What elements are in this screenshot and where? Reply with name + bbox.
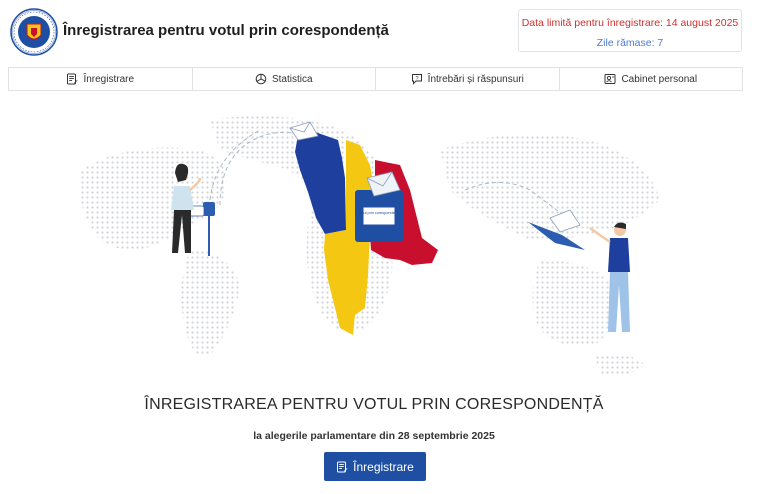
registration-deadline: Data limită pentru înregistrare: 14 augu… xyxy=(521,17,739,29)
nav-item-faq[interactable]: ? Întrebări și răspunsuri xyxy=(376,68,560,90)
chat-question-icon: ? xyxy=(411,74,422,85)
register-form-icon xyxy=(67,73,78,85)
user-card-icon xyxy=(604,74,616,84)
hero-illustration: Votul prin corespondență xyxy=(79,116,660,376)
main-nav: Înregistrare Statistica ? Întrebări și r… xyxy=(8,67,743,91)
mailbox-label: Votul prin corespondență xyxy=(358,211,401,215)
nav-item-registration[interactable]: Înregistrare xyxy=(9,68,193,90)
nav-item-statistics[interactable]: Statistica xyxy=(193,68,376,90)
page-subheading: la alegerile parlamentare din 28 septemb… xyxy=(253,430,495,442)
svg-text:?: ? xyxy=(415,76,418,82)
site-title: Înregistrarea pentru votul prin corespon… xyxy=(63,22,389,39)
register-button-label: Înregistrare xyxy=(353,459,414,474)
register-form-icon xyxy=(337,461,348,472)
nav-label-faq: Întrebări și răspunsuri xyxy=(427,73,524,85)
nav-label-statistics: Statistica xyxy=(271,73,313,85)
pie-chart-icon xyxy=(255,73,267,85)
register-button[interactable]: Înregistrare xyxy=(324,452,426,481)
days-remaining: Zile rămase: 7 xyxy=(596,37,664,49)
site-header: Înregistrarea pentru votul prin corespon… xyxy=(0,0,768,64)
nav-label-personal-cabinet: Cabinet personal xyxy=(621,73,698,85)
cec-logo-icon[interactable] xyxy=(10,8,58,56)
deadline-panel: Data limită pentru înregistrare: 14 augu… xyxy=(518,9,742,52)
nav-item-personal-cabinet[interactable]: Cabinet personal xyxy=(560,68,743,90)
nav-label-registration: Înregistrare xyxy=(83,73,135,85)
page-heading: ÎNREGISTRAREA PENTRU VOTUL PRIN CORESPON… xyxy=(144,396,604,413)
